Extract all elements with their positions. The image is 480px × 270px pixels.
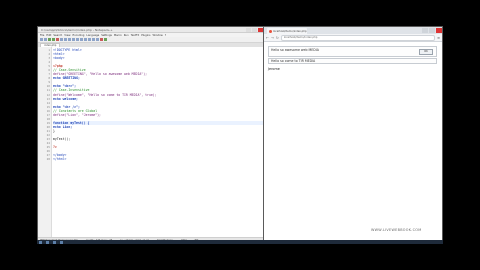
maximize-icon[interactable] xyxy=(429,28,435,33)
notepad-icon[interactable] xyxy=(53,240,56,244)
paste-icon[interactable] xyxy=(72,38,75,41)
copy-icon[interactable] xyxy=(68,38,71,41)
menu-view[interactable]: View xyxy=(64,34,70,37)
find-icon[interactable] xyxy=(84,38,87,41)
cut-icon[interactable] xyxy=(64,38,67,41)
open-file-icon[interactable] xyxy=(44,38,47,41)
browser-toolbar: ← → ↻ localhost/demo/index.php ≡ xyxy=(264,34,442,42)
menu-file[interactable]: File xyxy=(40,34,44,37)
explorer-icon[interactable] xyxy=(46,240,49,244)
menu-encoding[interactable]: Encoding xyxy=(72,34,84,37)
page-output-text: Jerome xyxy=(268,67,280,71)
address-bar[interactable]: localhost/demo/index.php xyxy=(280,34,436,41)
zoom-in-icon[interactable] xyxy=(92,38,95,41)
alert-dialog: Hello so awesome web MEDIA OK xyxy=(268,46,437,57)
menu-window[interactable]: Window xyxy=(153,34,163,37)
menu-language[interactable]: Language xyxy=(86,34,99,37)
close-file-icon[interactable] xyxy=(56,38,59,41)
editor-window[interactable]: C:\xampp\htdocs\demo\index.php - Notepad… xyxy=(37,26,264,244)
replace-icon[interactable] xyxy=(88,38,91,41)
close-icon[interactable] xyxy=(436,28,442,33)
undo-icon[interactable] xyxy=(76,38,79,41)
browser-tabbar: localhost/demo/index.php xyxy=(264,27,442,34)
back-icon[interactable]: ← xyxy=(266,36,269,40)
menu-macro[interactable]: Macro xyxy=(114,34,122,37)
menu-run[interactable]: Run xyxy=(124,34,129,37)
line-number: 28 xyxy=(46,157,50,162)
editor-title: C:\xampp\htdocs\demo\index.php - Notepad… xyxy=(41,27,113,32)
save-icon[interactable] xyxy=(48,38,51,41)
menu-icon[interactable]: ≡ xyxy=(437,36,440,40)
record-macro-icon[interactable] xyxy=(100,38,103,41)
browser-tab-title: localhost/demo/index.php xyxy=(273,29,307,33)
start-icon[interactable] xyxy=(39,240,42,244)
menu-search[interactable]: Search xyxy=(53,34,62,37)
browser-icon[interactable] xyxy=(60,240,63,244)
browser-window[interactable]: localhost/demo/index.php ← → ↻ localhost… xyxy=(263,26,443,244)
window-controls xyxy=(245,27,263,32)
redo-icon[interactable] xyxy=(80,38,83,41)
browser-tab[interactable]: localhost/demo/index.php xyxy=(267,28,307,34)
minimize-icon[interactable] xyxy=(422,28,428,33)
maximize-icon[interactable] xyxy=(252,27,257,32)
menu-help[interactable]: ? xyxy=(165,34,166,37)
menu-textfx[interactable]: TextFX xyxy=(131,34,140,37)
browser-window-controls xyxy=(421,27,442,34)
code-text: </html> xyxy=(53,157,67,162)
desktop: C:\xampp\htdocs\demo\index.php - Notepad… xyxy=(0,0,480,270)
print-icon[interactable] xyxy=(60,38,63,41)
reload-icon[interactable]: ↻ xyxy=(276,36,279,40)
watermark-text: WWW.LIVEWEBBOOK.COM xyxy=(371,228,422,232)
menu-plugins[interactable]: Plugins xyxy=(141,34,150,37)
menu-settings[interactable]: Settings xyxy=(101,34,112,37)
output-line-2: Hello so come to TIR MEDIA xyxy=(268,58,437,64)
menu-edit[interactable]: Edit xyxy=(46,34,51,37)
favicon-icon xyxy=(269,29,272,33)
alert-message: Hello so awesome web MEDIA xyxy=(271,48,319,52)
forward-icon[interactable]: → xyxy=(271,36,274,40)
save-all-icon[interactable] xyxy=(52,38,55,41)
code-line[interactable]: 28 </html> xyxy=(47,157,263,162)
minimize-icon[interactable] xyxy=(246,27,251,32)
editor-body[interactable]: 1 <!DOCTYPE html> 2 <html> 3 <body> 4 5 <?php 6//… xyxy=(38,47,263,238)
zoom-out-icon[interactable] xyxy=(96,38,99,41)
code-area[interactable]: 1 <!DOCTYPE html> 2 <html> 3 <body> 4 5 <?php 6//… xyxy=(47,48,263,238)
ok-button[interactable]: OK xyxy=(419,49,433,55)
play-macro-icon[interactable] xyxy=(104,38,107,41)
taskbar xyxy=(37,240,443,244)
new-file-icon[interactable] xyxy=(40,38,43,41)
